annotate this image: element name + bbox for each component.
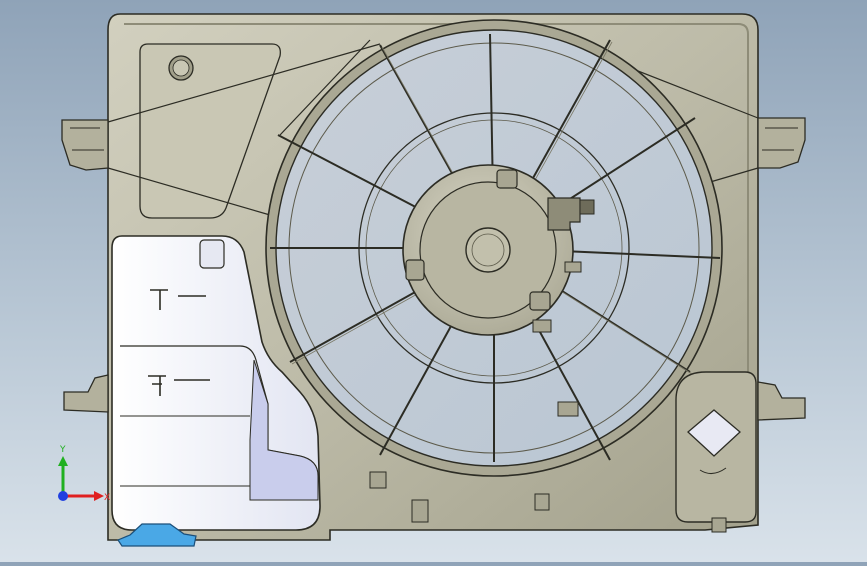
hub-lug — [496, 169, 518, 189]
cad-model-view[interactable]: Y X — [0, 0, 867, 562]
right-upper-mount — [757, 117, 806, 169]
connector-box[interactable] — [675, 371, 757, 533]
triad-x-label: X — [104, 493, 110, 503]
triad-y-label: Y — [59, 445, 66, 455]
left-lower-mount — [63, 374, 109, 413]
hub-lug — [529, 291, 551, 311]
motor-shaft-boss — [465, 227, 511, 273]
cad-viewport[interactable]: Y X — [0, 0, 867, 562]
hub-lug — [405, 259, 425, 281]
tank-cap — [199, 239, 225, 269]
coordinate-triad: Y X — [58, 445, 110, 503]
right-lower-mount — [757, 381, 806, 421]
